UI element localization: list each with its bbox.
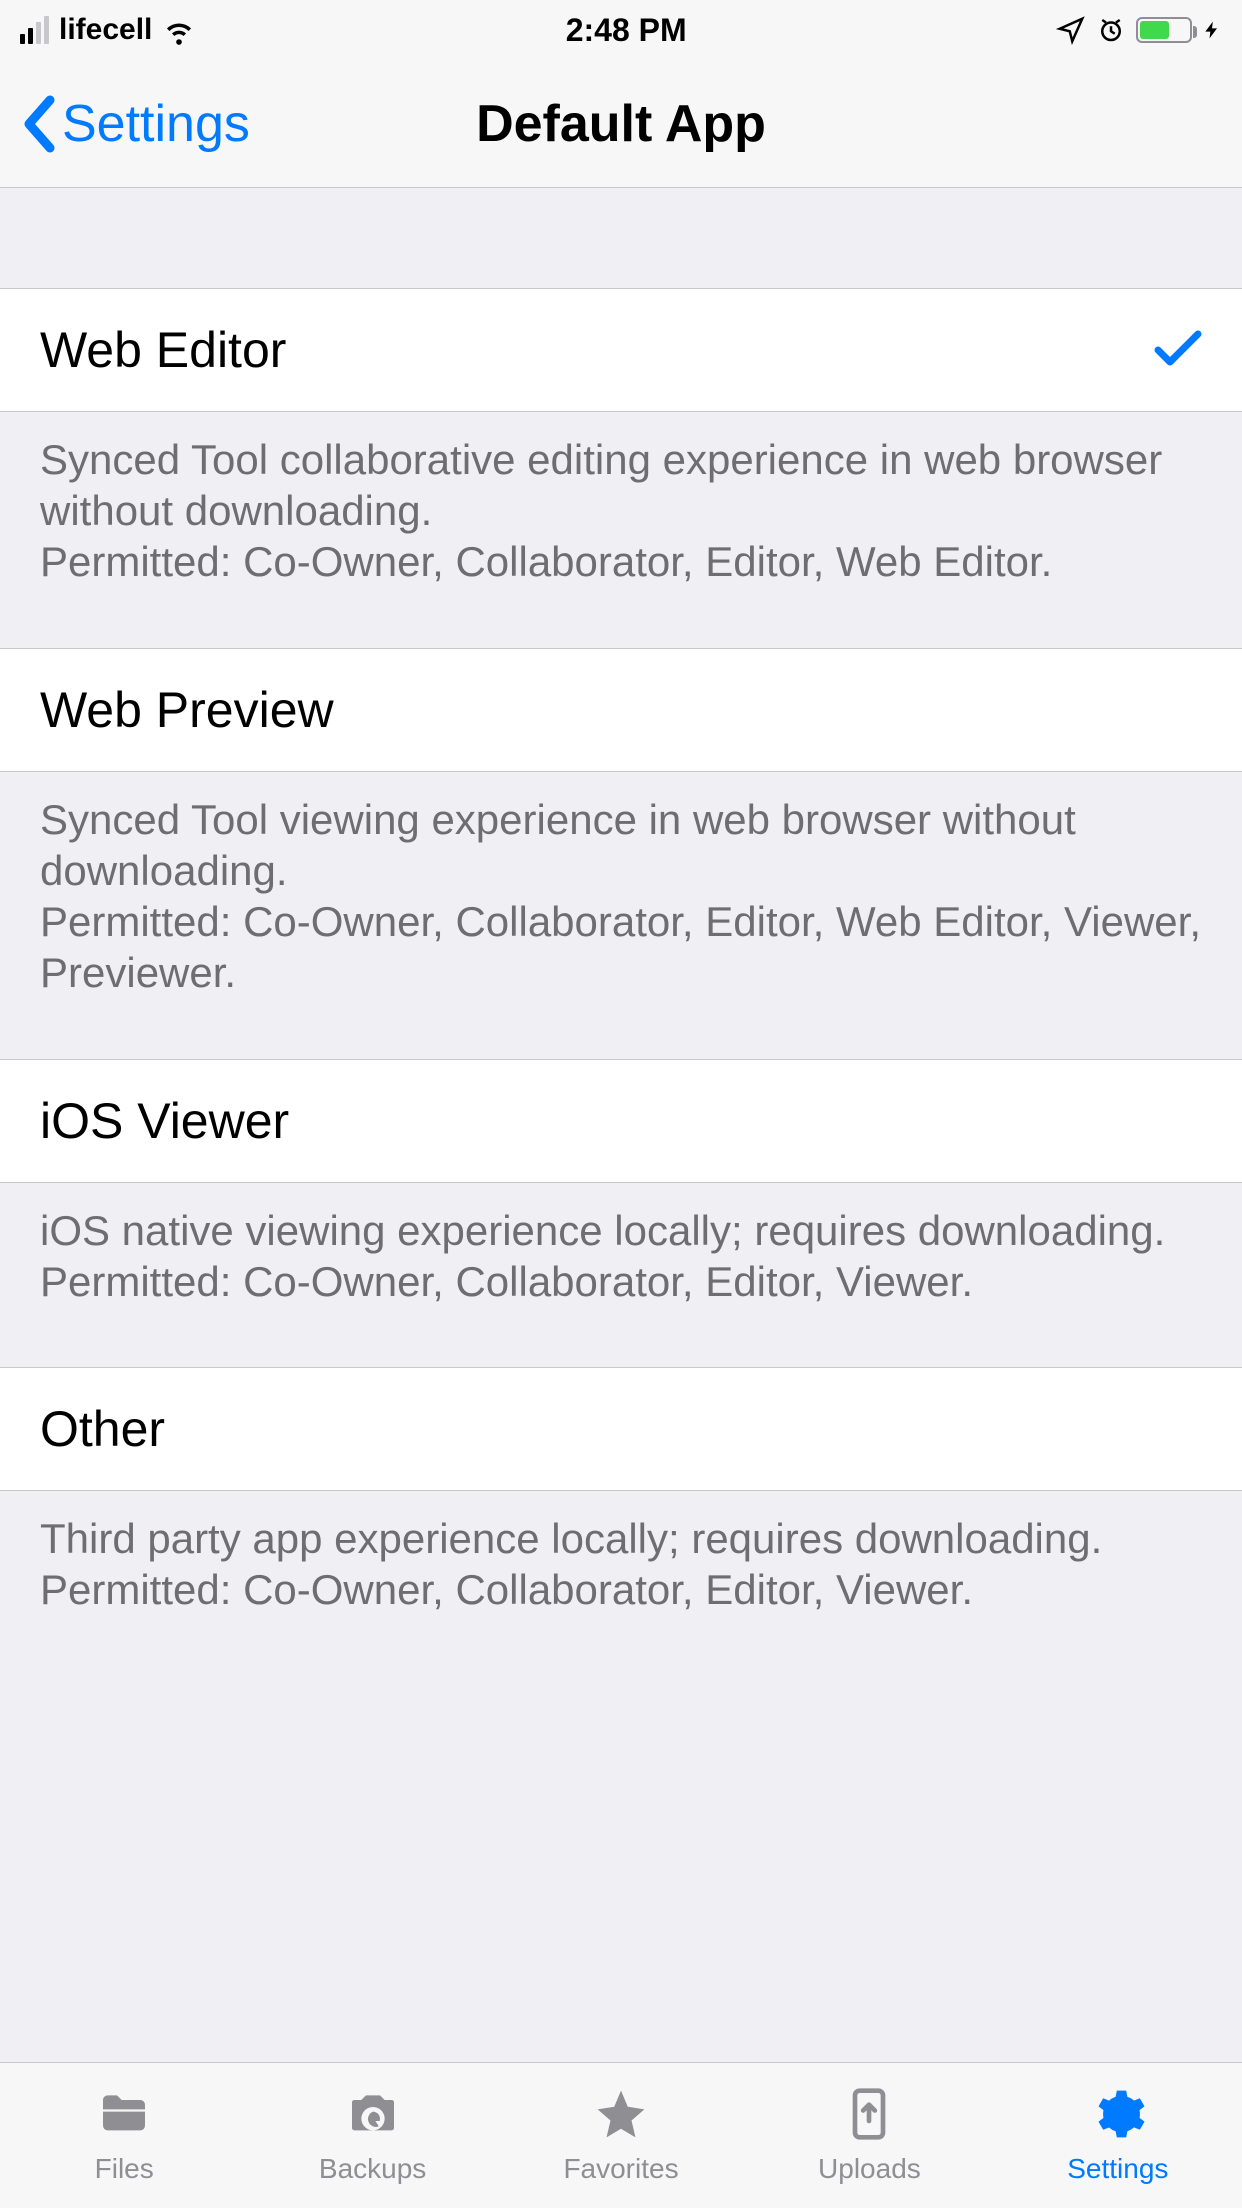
- back-button[interactable]: Settings: [20, 94, 250, 154]
- page-title: Default App: [476, 94, 766, 154]
- status-bar: lifecell 2:48 PM: [0, 0, 1242, 60]
- tab-label: Files: [95, 2153, 154, 2185]
- option-row-other[interactable]: Other: [0, 1367, 1242, 1491]
- tab-favorites[interactable]: Favorites: [497, 2063, 745, 2208]
- option-title: Web Preview: [40, 681, 334, 739]
- tab-label: Favorites: [563, 2153, 678, 2185]
- option-row-web-preview[interactable]: Web Preview: [0, 648, 1242, 772]
- star-icon: [593, 2086, 649, 2147]
- tab-bar: Files Backups Favorites Uploads Settings: [0, 2062, 1242, 2208]
- content-area: Web Editor Synced Tool collaborative edi…: [0, 188, 1242, 2062]
- cell-signal-icon: [20, 16, 49, 44]
- carrier-label: lifecell: [59, 13, 152, 47]
- location-icon: [1056, 15, 1086, 45]
- option-title: Other: [40, 1400, 165, 1458]
- alarm-icon: [1096, 15, 1126, 45]
- nav-bar: Settings Default App: [0, 60, 1242, 188]
- folder-icon: [96, 2086, 152, 2147]
- option-description: Third party app experience locally; requ…: [0, 1491, 1242, 1675]
- tab-uploads[interactable]: Uploads: [745, 2063, 993, 2208]
- option-description: Synced Tool collaborative editing experi…: [0, 412, 1242, 648]
- option-description: Synced Tool viewing experience in web br…: [0, 772, 1242, 1059]
- option-description: iOS native viewing experience locally; r…: [0, 1183, 1242, 1367]
- option-row-ios-viewer[interactable]: iOS Viewer: [0, 1059, 1242, 1183]
- wifi-icon: [162, 13, 196, 47]
- checkmark-icon: [1154, 328, 1202, 373]
- tab-label: Settings: [1067, 2153, 1168, 2185]
- tab-label: Backups: [319, 2153, 426, 2185]
- status-left: lifecell: [20, 13, 196, 47]
- status-right: [1056, 15, 1222, 45]
- option-title: Web Editor: [40, 321, 286, 379]
- backup-icon: [345, 2086, 401, 2147]
- charging-icon: [1202, 15, 1222, 45]
- option-row-web-editor[interactable]: Web Editor: [0, 288, 1242, 412]
- tab-files[interactable]: Files: [0, 2063, 248, 2208]
- option-title: iOS Viewer: [40, 1092, 289, 1150]
- status-time: 2:48 PM: [566, 12, 687, 49]
- back-label: Settings: [62, 94, 250, 154]
- tab-backups[interactable]: Backups: [248, 2063, 496, 2208]
- chevron-left-icon: [20, 94, 56, 154]
- tab-label: Uploads: [818, 2153, 921, 2185]
- gear-icon: [1090, 2086, 1146, 2147]
- tab-settings[interactable]: Settings: [994, 2063, 1242, 2208]
- battery-icon: [1136, 17, 1192, 43]
- upload-icon: [841, 2086, 897, 2147]
